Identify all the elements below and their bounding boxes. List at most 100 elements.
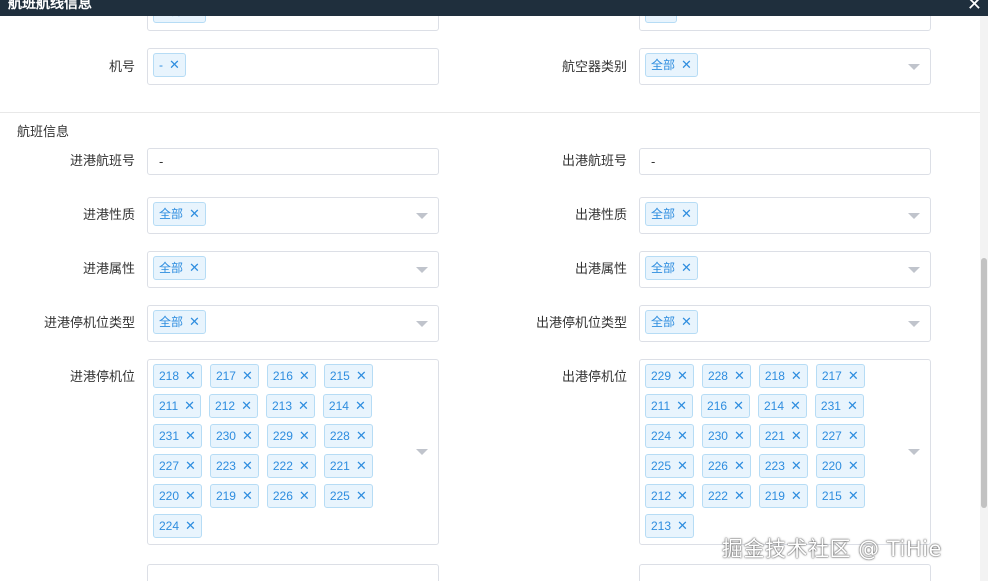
tag-remove-icon[interactable]: ✕ <box>681 257 692 279</box>
tag: 218 ✕ <box>758 364 808 388</box>
tag: 227 ✕ <box>815 424 865 448</box>
tag-remove-icon[interactable]: ✕ <box>847 395 858 417</box>
tag-remove-icon[interactable]: ✕ <box>189 16 200 22</box>
tag-remove-icon[interactable]: ✕ <box>791 365 802 387</box>
partial-left-select[interactable]: 全部 ✕ <box>147 16 439 31</box>
arrival-flight-number-input[interactable]: - <box>147 148 439 175</box>
next-right-field[interactable] <box>639 564 931 581</box>
tag: 216 ✕ <box>701 394 750 418</box>
scrollbar-thumb[interactable] <box>981 258 987 508</box>
tag-remove-icon[interactable]: ✕ <box>681 54 692 76</box>
tag-remove-icon[interactable]: ✕ <box>356 455 367 477</box>
tag: 214 ✕ <box>322 394 372 418</box>
tag-label: 213 <box>651 519 672 533</box>
partial-right-select[interactable]: ✕ <box>639 16 931 31</box>
tag-list: 全部 ✕ <box>645 202 900 232</box>
arrival-stand-label: 进港停机位 <box>69 369 135 384</box>
arrival-attribute-select[interactable]: 全部 ✕ <box>147 251 439 288</box>
departure-stand-select[interactable]: 229 ✕ 228 ✕ 218 ✕ 217 ✕ 211 ✕ 216 ✕ 214 ✕ 231 ✕ 224 ✕ 230 ✕… <box>639 359 931 545</box>
tag-remove-icon[interactable]: ✕ <box>241 395 252 417</box>
tag-remove-icon[interactable]: ✕ <box>185 485 196 507</box>
arrival-stand-select[interactable]: 218 ✕ 217 ✕ 216 ✕ 215 ✕ 211 ✕ 212 ✕ 213 ✕ 214 ✕ 231 ✕ 230 ✕… <box>147 359 439 545</box>
tag-remove-icon[interactable]: ✕ <box>299 455 310 477</box>
tag-remove-icon[interactable]: ✕ <box>298 395 309 417</box>
tag: - ✕ <box>153 53 186 77</box>
tag-remove-icon[interactable]: ✕ <box>677 455 688 477</box>
tag-remove-icon[interactable]: ✕ <box>189 311 200 333</box>
tag-remove-icon[interactable]: ✕ <box>242 425 253 447</box>
departure-flight-number-label: 出港航班号 <box>561 153 627 168</box>
tag-remove-icon[interactable]: ✕ <box>848 455 859 477</box>
tag-label: 212 <box>215 399 236 413</box>
tag-remove-icon[interactable]: ✕ <box>791 455 802 477</box>
tag-label: 225 <box>651 459 672 473</box>
tag-remove-icon[interactable]: ✕ <box>681 311 692 333</box>
departure-stand-label: 出港停机位 <box>561 369 627 384</box>
tag-remove-icon[interactable]: ✕ <box>169 54 180 76</box>
tag-remove-icon[interactable]: ✕ <box>663 16 674 22</box>
departure-nature-select[interactable]: 全部 ✕ <box>639 197 931 234</box>
tag-remove-icon[interactable]: ✕ <box>299 485 310 507</box>
tag-remove-icon[interactable]: ✕ <box>848 485 859 507</box>
tag: 全部 ✕ <box>153 202 206 226</box>
tag-remove-icon[interactable]: ✕ <box>848 365 859 387</box>
tag-remove-icon[interactable]: ✕ <box>734 425 745 447</box>
departure-attribute-label: 出港属性 <box>574 261 627 276</box>
section-title: 航班信息 <box>17 124 70 139</box>
aircraft-category-select[interactable]: 全部 ✕ <box>639 48 931 85</box>
departure-nature-label: 出港性质 <box>574 207 627 222</box>
tag-remove-icon[interactable]: ✕ <box>676 395 687 417</box>
tag-remove-icon[interactable]: ✕ <box>733 395 744 417</box>
tag-remove-icon[interactable]: ✕ <box>677 515 688 537</box>
chevron-down-icon <box>416 267 428 273</box>
next-left-field[interactable] <box>147 564 439 581</box>
tag-remove-icon[interactable]: ✕ <box>242 365 253 387</box>
tag-remove-icon[interactable]: ✕ <box>356 365 367 387</box>
tag-remove-icon[interactable]: ✕ <box>242 455 253 477</box>
tag-remove-icon[interactable]: ✕ <box>185 515 196 537</box>
tag-remove-icon[interactable]: ✕ <box>734 455 745 477</box>
tag-label: 224 <box>159 519 180 533</box>
departure-stand-type-select[interactable]: 全部 ✕ <box>639 305 931 342</box>
tag-remove-icon[interactable]: ✕ <box>189 257 200 279</box>
tag-label: 218 <box>764 369 785 383</box>
tag-remove-icon[interactable]: ✕ <box>791 485 802 507</box>
tag-remove-icon[interactable]: ✕ <box>185 425 196 447</box>
departure-flight-number-input[interactable]: - <box>639 148 931 175</box>
tag-remove-icon[interactable]: ✕ <box>791 425 802 447</box>
tag-remove-icon[interactable]: ✕ <box>185 365 196 387</box>
departure-attribute-select[interactable]: 全部 ✕ <box>639 251 931 288</box>
tag: 217 ✕ <box>815 364 865 388</box>
tag-remove-icon[interactable]: ✕ <box>790 395 801 417</box>
tag: 219 ✕ <box>209 484 259 508</box>
arrival-stand-type-select[interactable]: 全部 ✕ <box>147 305 439 342</box>
tag-remove-icon[interactable]: ✕ <box>356 485 367 507</box>
tag-remove-icon[interactable]: ✕ <box>299 425 310 447</box>
tag-remove-icon[interactable]: ✕ <box>189 203 200 225</box>
tag: 212 ✕ <box>209 394 258 418</box>
tag-remove-icon[interactable]: ✕ <box>356 425 367 447</box>
tag: 全部 ✕ <box>645 53 698 77</box>
tag-remove-icon[interactable]: ✕ <box>677 365 688 387</box>
arrival-nature-select[interactable]: 全部 ✕ <box>147 197 439 234</box>
watermark: 掘金技术社区 @ TiHie <box>722 537 942 561</box>
tag-remove-icon[interactable]: ✕ <box>355 395 366 417</box>
tag-remove-icon[interactable]: ✕ <box>242 485 253 507</box>
tag-label: 全部 <box>651 261 676 275</box>
tag-remove-icon[interactable]: ✕ <box>185 455 196 477</box>
close-icon[interactable]: ✕ <box>967 0 982 14</box>
tag-remove-icon[interactable]: ✕ <box>677 425 688 447</box>
tag-label: 222 <box>707 489 728 503</box>
tag-remove-icon[interactable]: ✕ <box>681 203 692 225</box>
tag-remove-icon[interactable]: ✕ <box>734 485 745 507</box>
tag-remove-icon[interactable]: ✕ <box>734 365 745 387</box>
tag: 213 ✕ <box>645 514 694 538</box>
vertical-scrollbar[interactable] <box>980 16 988 581</box>
aircraft-number-select[interactable]: - ✕ <box>147 48 439 85</box>
tag-remove-icon[interactable]: ✕ <box>677 485 688 507</box>
tag-label: 231 <box>820 399 841 413</box>
tag-remove-icon[interactable]: ✕ <box>848 425 859 447</box>
tag: 全部 ✕ <box>153 16 206 23</box>
tag-remove-icon[interactable]: ✕ <box>299 365 310 387</box>
tag-remove-icon[interactable]: ✕ <box>184 395 195 417</box>
